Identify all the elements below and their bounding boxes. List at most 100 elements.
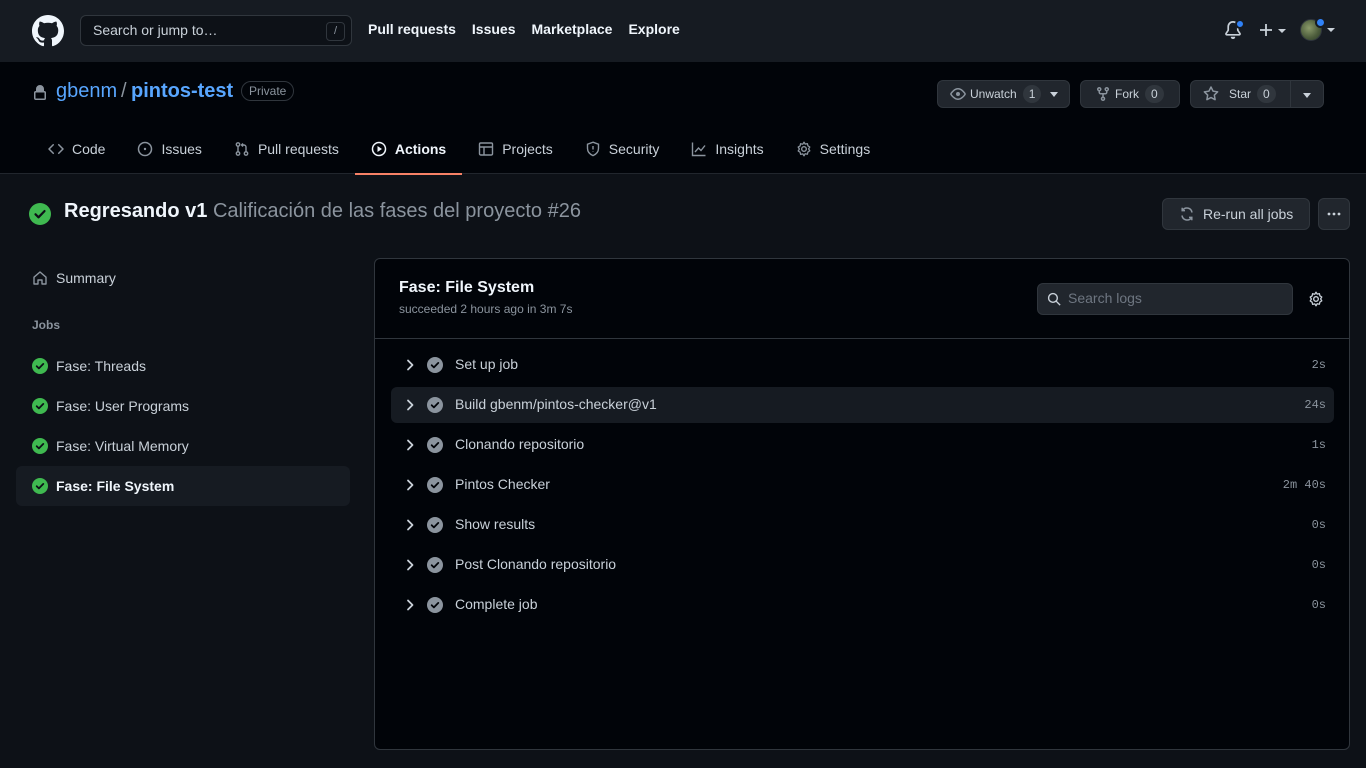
run-title: Regresando v1 Calificación de las fases … [64, 200, 581, 223]
tab-label: Issues [161, 141, 202, 157]
log-step-row[interactable]: Clonando repositorio 1s [391, 427, 1334, 463]
step-duration: 24s [1304, 398, 1326, 412]
github-logo-icon[interactable] [32, 15, 64, 47]
step-name: Set up job [455, 356, 519, 372]
pull-request-icon [235, 142, 249, 156]
tab-actions[interactable]: Actions [354, 124, 463, 175]
tab-issues[interactable]: Issues [121, 124, 217, 174]
nav-explore[interactable]: Explore [628, 21, 679, 37]
chevron-right-icon[interactable] [403, 598, 417, 612]
search-placeholder: Search or jump to… [93, 22, 218, 38]
log-step-row[interactable]: Complete job 0s [391, 587, 1334, 623]
step-name: Build gbenm/pintos-checker@v1 [455, 396, 657, 412]
job-title: Fase: File System [399, 279, 535, 296]
sidebar-item-job[interactable]: Fase: Threads [16, 346, 350, 386]
job-label: Fase: Threads [56, 358, 147, 374]
tab-label: Code [72, 141, 106, 157]
code-icon [48, 143, 64, 155]
repo-owner-link[interactable]: gbenm [56, 80, 117, 103]
repo-tabs: Code Issues Pull requests Actions Projec… [32, 124, 887, 175]
nav-marketplace[interactable]: Marketplace [532, 21, 613, 37]
log-step-row[interactable]: Set up job 2s [391, 347, 1334, 383]
sidebar-item-job[interactable]: Fase: User Programs [16, 386, 350, 426]
log-step-row[interactable]: Show results 0s [391, 507, 1334, 543]
fork-icon [1097, 87, 1109, 102]
sidebar-item-job-selected[interactable]: Fase: File System [16, 466, 350, 506]
step-list: Set up job 2s Build gbenm/pintos-checker… [391, 347, 1334, 627]
workflow-name: Calificación de las fases del proyecto #… [212, 200, 581, 222]
repo-name-link[interactable]: pintos-test [131, 80, 233, 103]
fork-button[interactable]: Fork 0 [1080, 80, 1180, 108]
chevron-right-icon[interactable] [403, 478, 417, 492]
tab-projects[interactable]: Projects [462, 124, 569, 174]
sidebar-item-job[interactable]: Fase: Virtual Memory [16, 426, 350, 466]
tab-label: Projects [502, 141, 553, 157]
log-step-row[interactable]: Pintos Checker 2m 40s [391, 467, 1334, 503]
rerun-all-jobs-button[interactable]: Re-run all jobs [1162, 198, 1310, 230]
step-success-icon [427, 517, 443, 533]
step-duration: 2m 40s [1282, 478, 1326, 492]
step-success-icon [427, 597, 443, 613]
success-check-icon [32, 358, 48, 374]
chevron-down-icon[interactable] [1303, 93, 1311, 98]
success-check-icon [32, 478, 48, 494]
create-new-dropdown[interactable] [1258, 21, 1288, 39]
job-label: Fase: File System [56, 478, 175, 494]
step-duration: 0s [1311, 558, 1326, 572]
job-label: Fase: Virtual Memory [56, 438, 189, 454]
chevron-right-icon[interactable] [403, 398, 417, 412]
log-step-row[interactable]: Build gbenm/pintos-checker@v1 24s [391, 387, 1334, 423]
nav-pull-requests[interactable]: Pull requests [368, 21, 456, 37]
play-icon [371, 141, 387, 157]
more-options-button[interactable] [1318, 198, 1350, 230]
tab-label: Security [608, 141, 660, 157]
sync-icon [1181, 207, 1193, 221]
jobs-heading: Jobs [32, 318, 61, 332]
step-name: Show results [455, 516, 536, 532]
step-success-icon [427, 477, 443, 493]
step-duration: 0s [1311, 518, 1326, 532]
nav-issues[interactable]: Issues [472, 21, 516, 37]
step-name: Post Clonando repositorio [455, 556, 617, 572]
fork-label: Fork [1115, 87, 1139, 101]
tab-pull-requests[interactable]: Pull requests [218, 124, 355, 174]
repo-path-separator: / [121, 80, 127, 102]
tab-insights[interactable]: Insights [675, 124, 779, 174]
issue-icon [138, 141, 153, 157]
user-menu-dropdown[interactable] [1300, 17, 1336, 41]
tab-security[interactable]: Security [569, 124, 676, 174]
unwatch-button[interactable]: Unwatch 1 [937, 80, 1070, 108]
step-duration: 1s [1311, 438, 1326, 452]
table-icon [479, 142, 494, 156]
notification-indicator [1235, 19, 1245, 29]
log-settings-gear-icon[interactable] [1308, 291, 1324, 307]
tab-code[interactable]: Code [32, 124, 121, 174]
log-step-row[interactable]: Post Clonando repositorio 0s [391, 547, 1334, 583]
graph-icon [692, 142, 706, 157]
repo-header: gbenm / pintos-test Private Unwatch 1 Fo… [0, 62, 1366, 175]
global-search-input[interactable]: Search or jump to… / [80, 15, 352, 46]
chevron-right-icon[interactable] [403, 558, 417, 572]
step-success-icon [427, 357, 443, 373]
summary-label: Summary [56, 270, 116, 286]
chevron-right-icon[interactable] [403, 438, 417, 452]
gear-icon [797, 141, 811, 157]
tab-label: Insights [715, 141, 764, 157]
step-name: Pintos Checker [455, 476, 550, 492]
job-log-panel: Fase: File System succeeded 2 hours ago … [374, 258, 1350, 750]
log-search-input[interactable] [1068, 290, 1268, 306]
home-icon [33, 271, 47, 285]
lock-icon [32, 85, 48, 101]
tab-label: Pull requests [257, 141, 339, 157]
chevron-right-icon[interactable] [403, 518, 417, 532]
commit-title: Regresando v1 [64, 200, 208, 222]
search-icon [1047, 292, 1061, 306]
star-button[interactable]: Star 0 [1190, 80, 1324, 108]
chevron-right-icon[interactable] [403, 358, 417, 372]
tab-settings[interactable]: Settings [780, 124, 887, 174]
button-divider [1290, 81, 1291, 107]
sidebar-item-summary[interactable]: Summary [16, 262, 350, 294]
log-search-field[interactable] [1037, 283, 1293, 315]
global-nav: Pull requests Issues Marketplace Explore [368, 21, 680, 37]
shield-icon [586, 141, 599, 157]
